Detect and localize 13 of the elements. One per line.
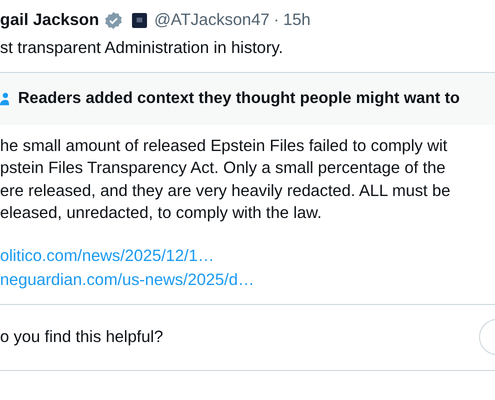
post-text: st transparent Administration in history. xyxy=(0,39,284,58)
separator-dot: · xyxy=(274,10,280,30)
post-time[interactable]: 15h xyxy=(283,10,311,30)
people-icon xyxy=(0,91,9,107)
note-text-line: he small amount of released Epstein Files failed to comply wit xyxy=(0,136,448,157)
helpful-question: o you find this helpful? xyxy=(0,328,164,348)
flag-icon xyxy=(132,12,148,28)
author-handle[interactable]: @ATJackson47 xyxy=(154,10,270,30)
note-header-text: Readers added context they thought people might want to xyxy=(18,90,460,108)
note-text-line: pstein Files Transparency Act. Only a small percentage of the xyxy=(0,158,446,180)
author-name[interactable]: gail Jackson xyxy=(0,10,100,30)
note-text-line: eleased, unredacted, to comply with the law. xyxy=(0,202,323,224)
note-text-line: ere released, and they are very heavily redacted. ALL must be xyxy=(0,180,452,202)
